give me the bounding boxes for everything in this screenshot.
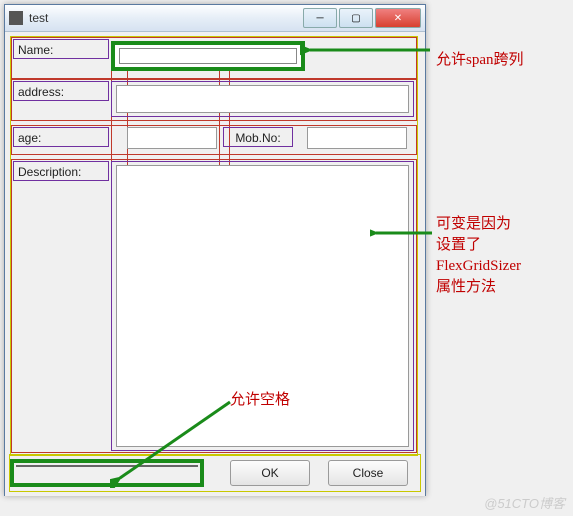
empty-slot-inner <box>16 465 198 481</box>
name-input-wrap <box>111 41 305 71</box>
mobno-label: Mob.No: <box>223 127 293 147</box>
bottom-bar: OK Close <box>9 454 421 492</box>
age-label: age: <box>13 127 109 147</box>
annotation-flex: 可变是因为 设置了 FlexGridSizer 属性方法 <box>436 214 521 298</box>
empty-slot <box>10 459 204 487</box>
address-input-wrap <box>111 81 414 117</box>
window-close-button[interactable]: ✕ <box>375 8 421 28</box>
name-input[interactable] <box>119 48 297 64</box>
titlebar[interactable]: test ─ ▢ ✕ <box>5 5 425 32</box>
form-grid: Name: address: age: Mob.No: Description: <box>10 36 418 456</box>
address-input[interactable] <box>116 85 409 113</box>
mobno-input[interactable] <box>307 127 407 149</box>
watermark: @51CTO博客 <box>484 493 565 512</box>
annotation-span: 允许span跨列 <box>436 50 524 71</box>
age-input[interactable] <box>127 127 217 149</box>
annotation-space: 允许空格 <box>230 390 290 411</box>
name-label: Name: <box>13 39 109 59</box>
app-window: test ─ ▢ ✕ Name: address: age: <box>4 4 426 496</box>
app-icon <box>9 11 23 25</box>
address-label: address: <box>13 81 109 101</box>
window-title: test <box>29 11 301 25</box>
maximize-button[interactable]: ▢ <box>339 8 373 28</box>
client-area: Name: address: age: Mob.No: Description: <box>5 32 425 496</box>
minimize-button[interactable]: ─ <box>303 8 337 28</box>
close-button[interactable]: Close <box>328 460 408 486</box>
ok-button[interactable]: OK <box>230 460 310 486</box>
description-label: Description: <box>13 161 109 181</box>
